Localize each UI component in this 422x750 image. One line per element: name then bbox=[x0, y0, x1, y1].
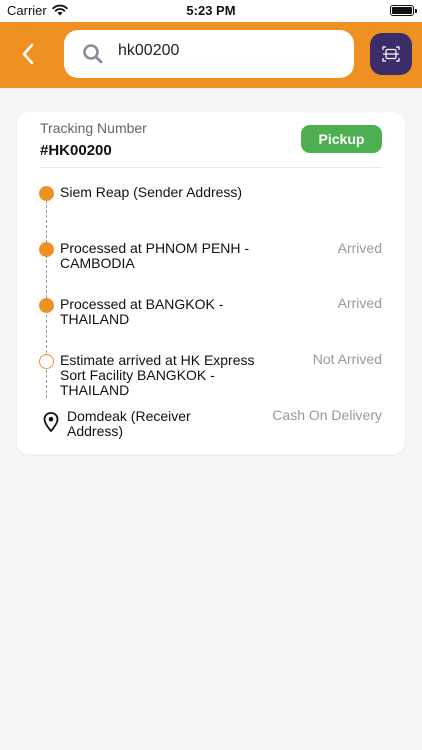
status-time: 5:23 PM bbox=[186, 3, 236, 18]
map-pin-icon bbox=[43, 412, 59, 432]
timeline-dot-completed bbox=[39, 298, 54, 313]
search-icon bbox=[83, 44, 103, 64]
timeline-step-title: Processed at BANGKOK - THAILAND bbox=[60, 296, 224, 327]
timeline-step-title: Estimate arrived at HK Express Sort Faci… bbox=[60, 352, 255, 398]
timeline-dot-completed bbox=[39, 186, 54, 201]
tracking-card: Tracking Number #HK00200 Pickup Siem Rea… bbox=[17, 112, 405, 454]
back-button[interactable] bbox=[12, 38, 44, 70]
timeline-step-title: Domdeak (Receiver Address) bbox=[67, 408, 191, 439]
search-input[interactable] bbox=[118, 39, 338, 63]
scan-icon bbox=[382, 46, 400, 62]
timeline-dot-completed bbox=[39, 242, 54, 257]
search-box[interactable] bbox=[64, 30, 354, 78]
scan-button[interactable] bbox=[370, 33, 412, 75]
timeline-step-status: Arrived bbox=[337, 295, 382, 311]
chevron-left-icon bbox=[22, 43, 34, 65]
timeline-dot-pending bbox=[39, 354, 54, 369]
timeline-step-status: Not Arrived bbox=[312, 351, 382, 367]
tracking-number: #HK00200 bbox=[40, 142, 112, 159]
status-badge: Pickup bbox=[301, 125, 382, 153]
divider bbox=[40, 167, 382, 168]
top-bar bbox=[0, 22, 422, 88]
timeline-step-status: Arrived bbox=[337, 240, 382, 256]
status-bar: Carrier 5:23 PM bbox=[0, 0, 422, 22]
battery-icon bbox=[390, 5, 417, 16]
timeline-step-title: Siem Reap (Sender Address) bbox=[60, 184, 243, 200]
timeline-step-title: Processed at PHNOM PENH - CAMBODIA bbox=[60, 240, 250, 271]
tracking-number-label: Tracking Number bbox=[40, 120, 147, 136]
timeline-step-status: Cash On Delivery bbox=[272, 407, 382, 423]
